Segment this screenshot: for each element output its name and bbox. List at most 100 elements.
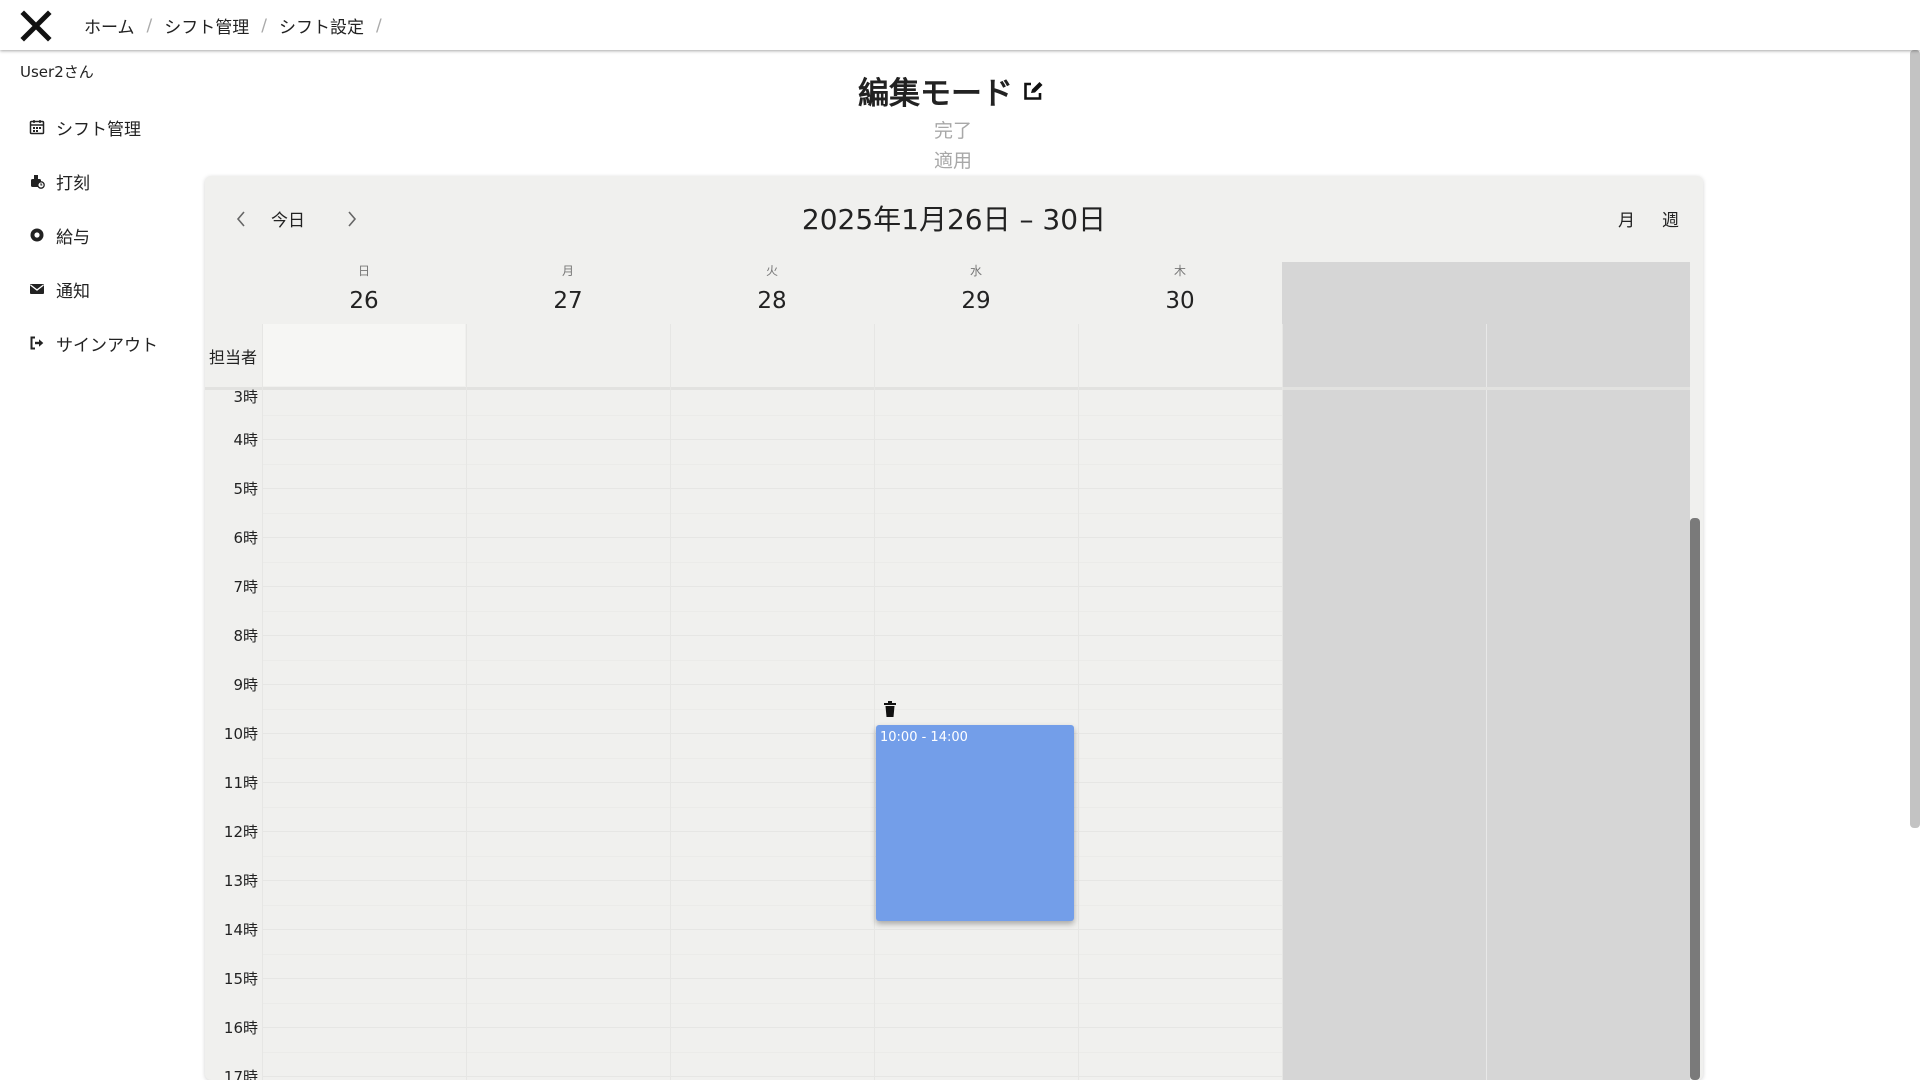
hour-label: 9時 [233, 676, 258, 694]
hour-gridline [262, 733, 1282, 734]
half-hour-gridline [262, 659, 1282, 661]
day-column-line [262, 324, 263, 1080]
sidebar-item-label: サインアウト [56, 335, 158, 356]
day-column-line [466, 324, 467, 1080]
hour-gridline [262, 635, 1282, 636]
sidebar-item-label: 打刻 [56, 173, 90, 194]
assignee-cell[interactable] [262, 324, 465, 386]
page-scrollbar-thumb[interactable] [1910, 50, 1920, 828]
hour-label: 13時 [223, 872, 258, 890]
assignee-cell[interactable] [1078, 324, 1281, 386]
breadcrumb-separator: / [375, 15, 382, 36]
day-column-line [670, 324, 671, 1080]
day-column-line [1282, 324, 1283, 1080]
day-number: 30 [1165, 288, 1195, 314]
apply-button[interactable]: 適用 [934, 146, 972, 173]
sidebar: シフト管理 打刻 給与 通知 サインアウト [28, 100, 158, 370]
user-greeting: User2さん [20, 63, 94, 81]
sidebar-item-salary[interactable]: 給与 [28, 208, 158, 262]
day-number: 28 [757, 288, 787, 314]
calendar-icon [28, 118, 46, 136]
sidebar-item-clock-in[interactable]: 打刻 [28, 154, 158, 208]
half-hour-gridline [262, 561, 1282, 563]
breadcrumb: ホーム / シフト管理 / シフト設定 / [84, 13, 394, 39]
close-icon[interactable] [18, 8, 54, 44]
assignee-cell[interactable] [466, 324, 669, 386]
hour-label: 11時 [223, 774, 258, 792]
shift-event-time: 10:00 - 14:00 [880, 730, 968, 745]
assignee-cell[interactable] [874, 324, 1077, 386]
hour-label: 3時 [233, 388, 258, 406]
hour-gridline [262, 929, 1282, 930]
half-hour-gridline [262, 512, 1282, 514]
hour-label: 10時 [223, 725, 258, 743]
hour-gridline [262, 586, 1282, 587]
week-calendar: 今日 2025年1月26日 – 30日 月 週 日 26 月 27 火 28 水… [205, 176, 1703, 1080]
day-of-week: 木 [1173, 264, 1186, 278]
month-view-button[interactable]: 月 [1618, 206, 1635, 231]
breadcrumb-separator: / [261, 15, 267, 36]
assignee-row-label: 担当者 [209, 348, 258, 367]
breadcrumb-shift-management[interactable]: シフト管理 [164, 13, 249, 38]
hour-label: 15時 [223, 970, 258, 988]
hour-gridline [262, 1076, 1282, 1077]
row-separator [205, 387, 1690, 390]
half-hour-gridline [262, 1051, 1282, 1053]
day-column-line [874, 324, 875, 1080]
day-header: 日 26 [262, 262, 466, 324]
sidebar-item-notifications[interactable]: 通知 [28, 262, 158, 316]
coin-icon [28, 226, 46, 244]
day-header: 火 28 [670, 262, 874, 324]
week-view-button[interactable]: 週 [1662, 206, 1679, 231]
sidebar-item-label: シフト管理 [56, 119, 141, 140]
assignee-cell[interactable] [670, 324, 873, 386]
hour-gridline [262, 488, 1282, 489]
hour-gridline [262, 831, 1282, 832]
column-divider [1486, 324, 1487, 1080]
hour-gridline [262, 1027, 1282, 1028]
hour-gridline [262, 782, 1282, 783]
day-column-line [1078, 324, 1079, 1080]
day-of-week: 月 [561, 264, 574, 278]
sidebar-item-sign-out[interactable]: サインアウト [28, 316, 158, 370]
breadcrumb-shift-settings[interactable]: シフト設定 [279, 13, 364, 38]
edit-mode-title-text: 編集モード [858, 76, 1013, 112]
hour-label: 7時 [233, 578, 258, 596]
hour-label: 4時 [233, 431, 258, 449]
sidebar-item-shift-management[interactable]: シフト管理 [28, 100, 158, 154]
shift-event[interactable]: 10:00 - 14:00 [876, 725, 1074, 921]
day-header: 水 29 [874, 262, 1078, 324]
half-hour-gridline [262, 1002, 1282, 1004]
hour-label: 5時 [233, 480, 258, 498]
sidebar-item-label: 通知 [56, 281, 90, 302]
calendar-scrollbar-thumb[interactable] [1690, 518, 1700, 1080]
hour-gridline [262, 978, 1282, 979]
hour-label: 14時 [223, 921, 258, 939]
day-header: 月 27 [466, 262, 670, 324]
half-hour-gridline [262, 463, 1282, 465]
half-hour-gridline [262, 806, 1282, 808]
hour-label: 6時 [233, 529, 258, 547]
breadcrumb-separator: / [146, 15, 153, 36]
half-hour-gridline [262, 904, 1282, 906]
date-range-title: 2025年1月26日 – 30日 [801, 203, 1107, 236]
edit-icon [1024, 81, 1043, 100]
hour-gridline [262, 684, 1282, 685]
stamp-icon [28, 172, 46, 190]
half-hour-gridline [262, 414, 1282, 416]
half-hour-gridline [262, 855, 1282, 857]
day-of-week: 日 [357, 264, 370, 278]
sidebar-item-label: 給与 [56, 227, 90, 248]
hour-gridline [262, 439, 1282, 440]
trash-icon[interactable] [882, 700, 898, 718]
hour-label: 12時 [223, 823, 258, 841]
day-number: 26 [349, 288, 379, 314]
sign-out-icon [28, 334, 46, 352]
day-header: 木 30 [1078, 262, 1282, 324]
done-button[interactable]: 完了 [934, 116, 972, 143]
breadcrumb-home[interactable]: ホーム [84, 13, 135, 38]
day-number: 27 [553, 288, 583, 314]
hour-label: 16時 [223, 1019, 258, 1037]
half-hour-gridline [262, 610, 1282, 612]
half-hour-gridline [262, 708, 1282, 710]
